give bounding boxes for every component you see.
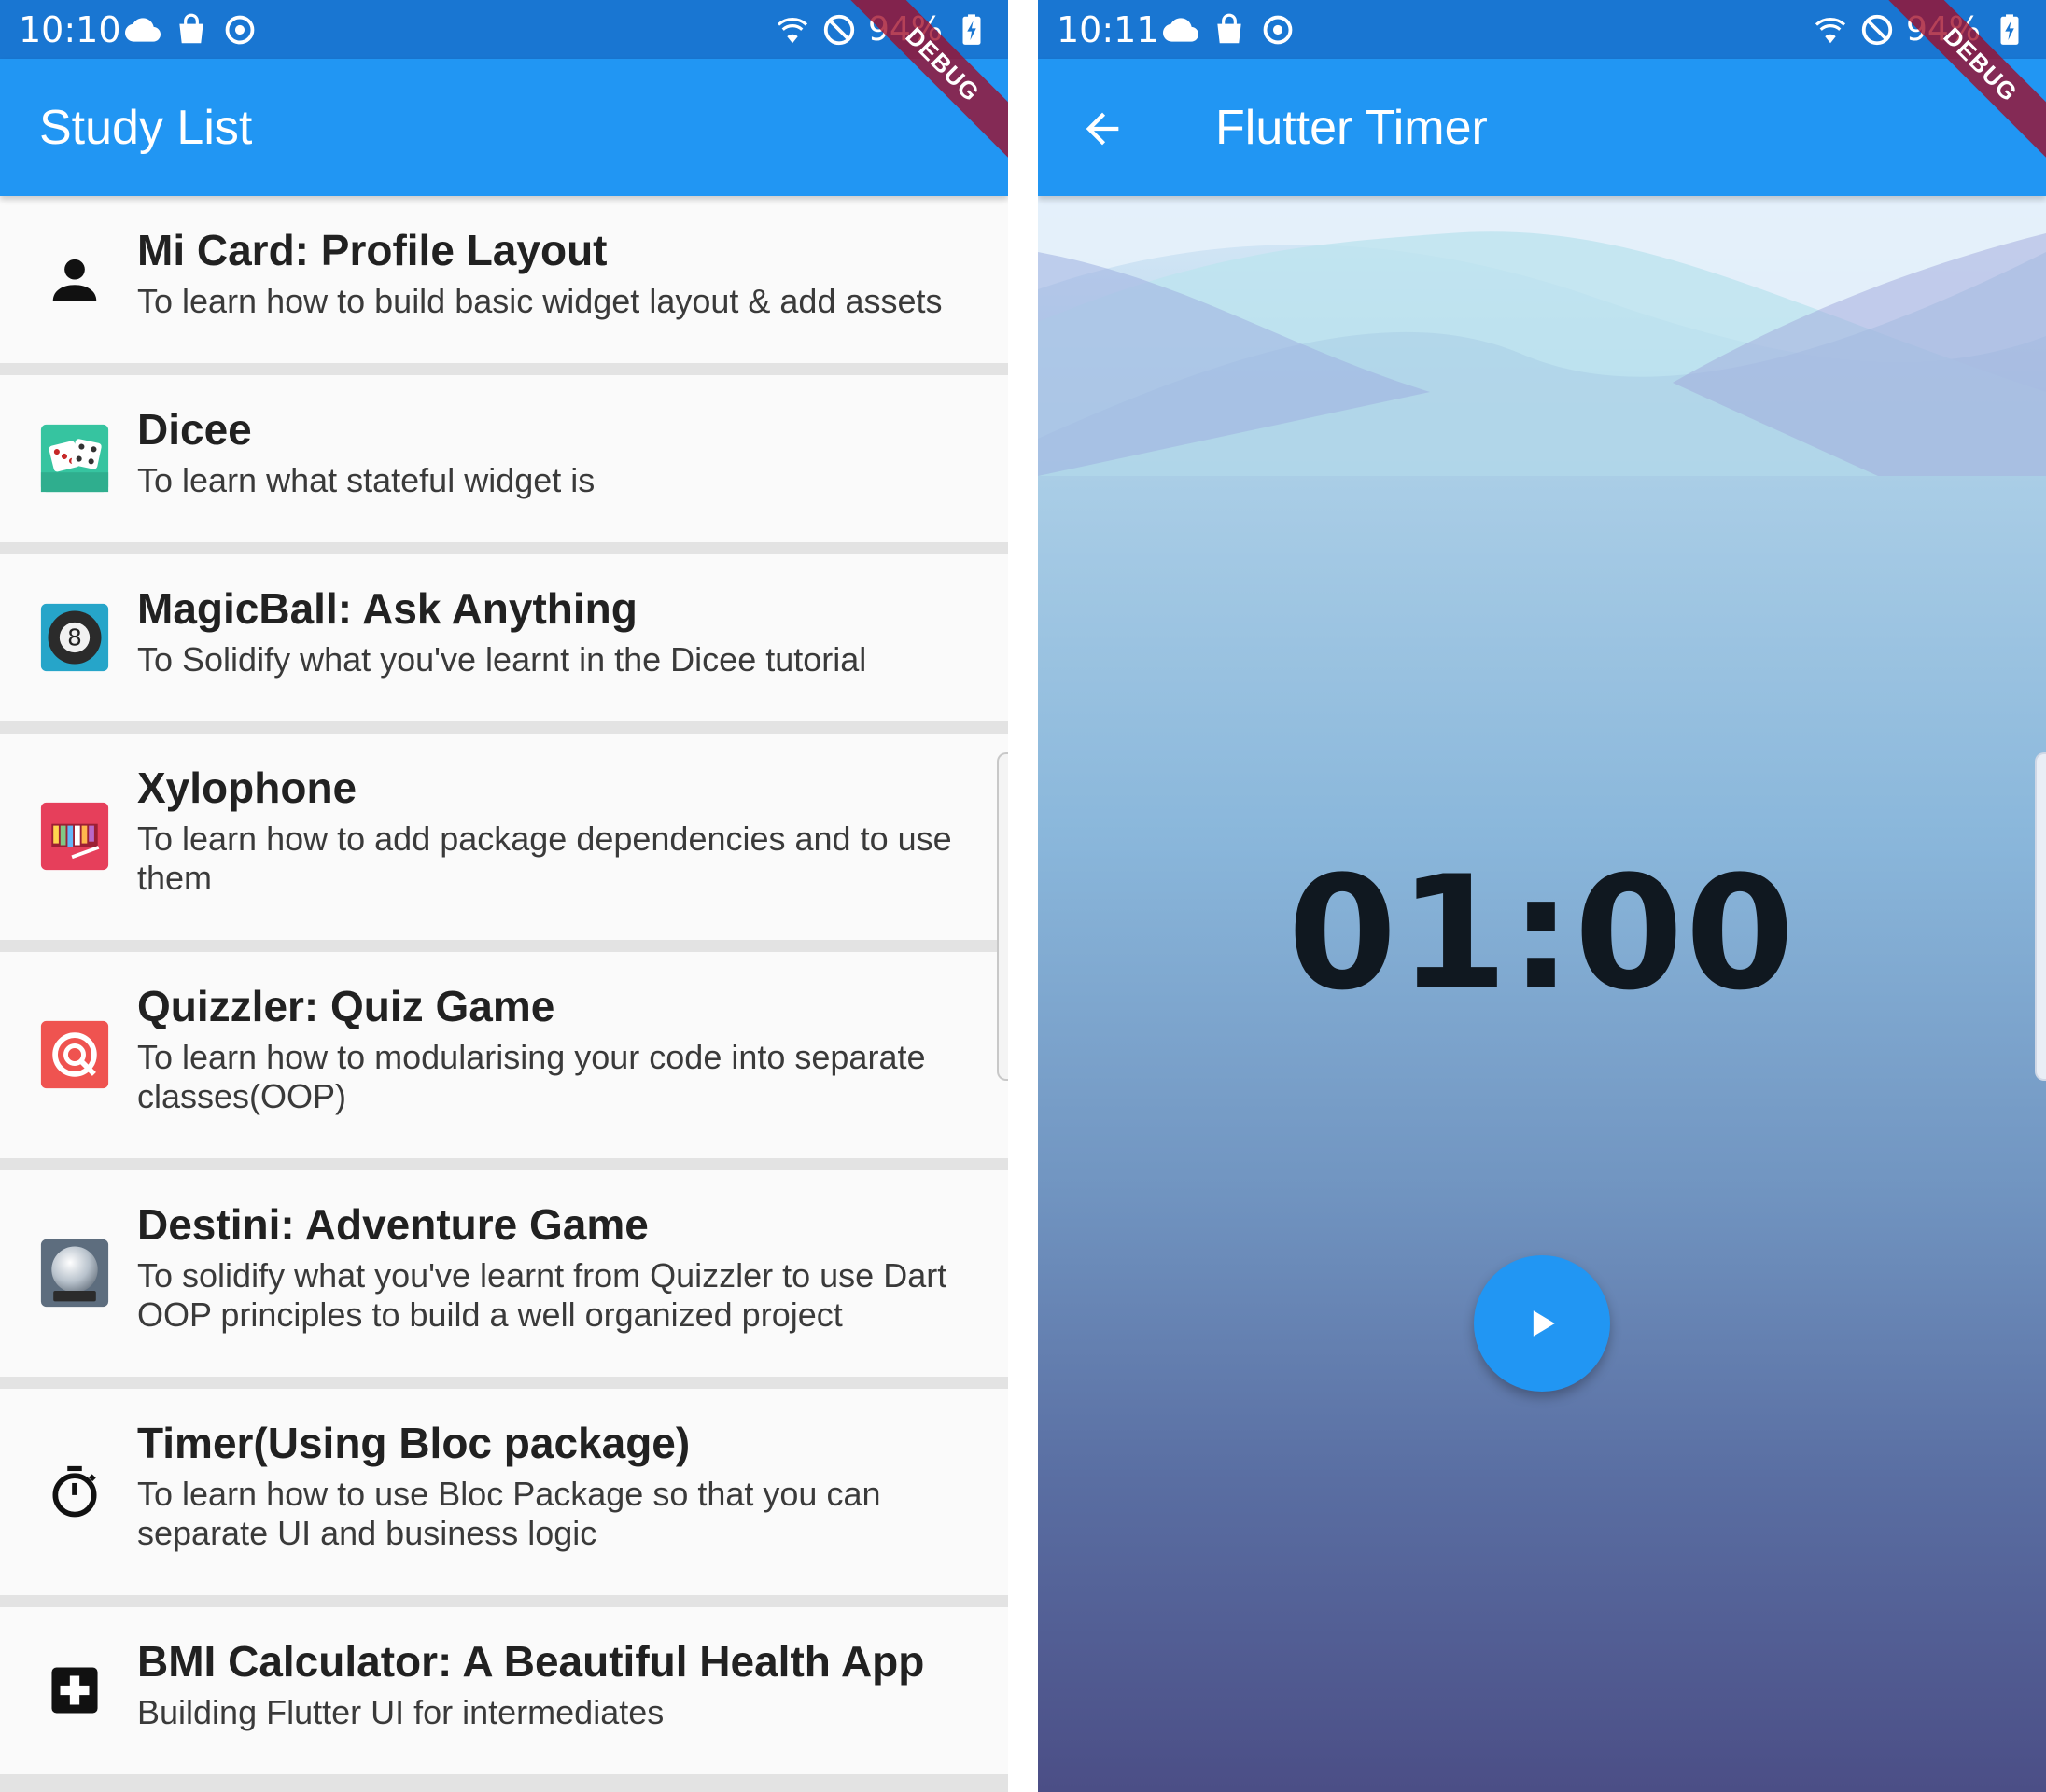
back-arrow-icon: [1086, 112, 1119, 146]
battery-charging-icon: [1992, 12, 2027, 48]
list-item-title: Dicee: [137, 405, 252, 454]
list-item-subtitle: To learn how to add package dependencies…: [137, 819, 952, 897]
cloud-icon: [125, 12, 161, 48]
do-not-disturb-icon: [1859, 12, 1895, 48]
bag-icon: [1212, 12, 1247, 48]
list-item-title: BMI Calculator: A Beautiful Health App: [137, 1637, 925, 1686]
list-item-mi-card[interactable]: Mi Card: Profile Layout To learn how to …: [0, 196, 1008, 363]
cloud-icon: [1163, 12, 1198, 48]
list-item-subtitle: To solidify what you've learnt from Quiz…: [137, 1256, 947, 1334]
page-title: Flutter Timer: [1215, 101, 1488, 155]
app-bar: Study List: [0, 59, 1008, 196]
list-item-title: Mi Card: Profile Layout: [137, 226, 608, 274]
list-item-timer[interactable]: Timer(Using Bloc package) To learn how t…: [0, 1389, 1008, 1595]
status-bar: 10:10 94%: [0, 0, 1008, 59]
list-item-title: MagicBall: Ask Anything: [137, 584, 638, 633]
flutter-timer-screen: 10:11 94%: [1038, 0, 2046, 1792]
bag-icon: [174, 12, 209, 48]
battery-charging-icon: [954, 12, 989, 48]
app-bar: Flutter Timer: [1038, 59, 2046, 196]
status-left-icons: [125, 12, 258, 48]
medical-cross-icon: [39, 1655, 110, 1726]
svg-text:8: 8: [67, 624, 82, 651]
list-item-title: Xylophone: [137, 763, 357, 812]
list-item-title: Timer(Using Bloc package): [137, 1419, 691, 1467]
status-left-icons: [1163, 12, 1296, 48]
list-item-destini[interactable]: Destini: Adventure Game To solidify what…: [0, 1170, 1008, 1377]
list-item-subtitle: To learn how to build basic widget layou…: [137, 282, 943, 320]
wifi-icon: [1813, 12, 1848, 48]
study-list-screen: 10:10 94% Study List: [0, 0, 1008, 1792]
timer-display: 01:00: [1287, 842, 1797, 1025]
list-item-xylophone[interactable]: Xylophone To learn how to add package de…: [0, 734, 1008, 940]
wifi-icon: [775, 12, 810, 48]
sync-icon: [1260, 12, 1296, 48]
xylophone-icon: [39, 801, 110, 872]
list-item-subtitle: To Solidify what you've learnt in the Di…: [137, 640, 867, 679]
list-item-subtitle: To learn how to modularising your code i…: [137, 1038, 926, 1115]
do-not-disturb-icon: [821, 12, 857, 48]
dice-icon: [39, 423, 110, 494]
play-button[interactable]: [1474, 1255, 1610, 1392]
list-item-subtitle: To learn what stateful widget is: [137, 461, 596, 499]
page-title: Study List: [39, 101, 253, 155]
wave-background: [1038, 196, 2046, 476]
person-icon: [39, 244, 110, 315]
list-item-dicee[interactable]: Dicee To learn what stateful widget is: [0, 375, 1008, 542]
crystal-ball-icon: [39, 1238, 110, 1309]
list-item-subtitle: To learn how to use Bloc Package so that…: [137, 1475, 881, 1552]
list-item-bmi-calculator[interactable]: BMI Calculator: A Beautiful Health App B…: [0, 1607, 1008, 1774]
magic-8-ball-icon: 8: [39, 602, 110, 673]
list-item-title: Quizzler: Quiz Game: [137, 982, 555, 1030]
list-item-quizzler[interactable]: Quizzler: Quiz Game To learn how to modu…: [0, 952, 1008, 1158]
list-item-magicball[interactable]: 8 MagicBall: Ask Anything To Solidify wh…: [0, 554, 1008, 721]
edge-panel-handle[interactable]: [2035, 752, 2046, 1081]
play-icon: [1533, 1310, 1555, 1337]
stopwatch-icon: [39, 1456, 110, 1527]
status-bar: 10:11 94%: [1038, 0, 2046, 59]
edge-panel-handle[interactable]: [997, 752, 1008, 1081]
list-item-title: Destini: Adventure Game: [137, 1200, 649, 1249]
status-time: 10:10: [19, 9, 121, 50]
quiz-icon: [39, 1019, 110, 1090]
sync-icon: [222, 12, 258, 48]
status-time: 10:11: [1057, 9, 1159, 50]
study-list: Mi Card: Profile Layout To learn how to …: [0, 196, 1008, 1786]
list-item-subtitle: Building Flutter UI for intermediates: [137, 1693, 665, 1731]
back-button[interactable]: [1070, 96, 1135, 161]
